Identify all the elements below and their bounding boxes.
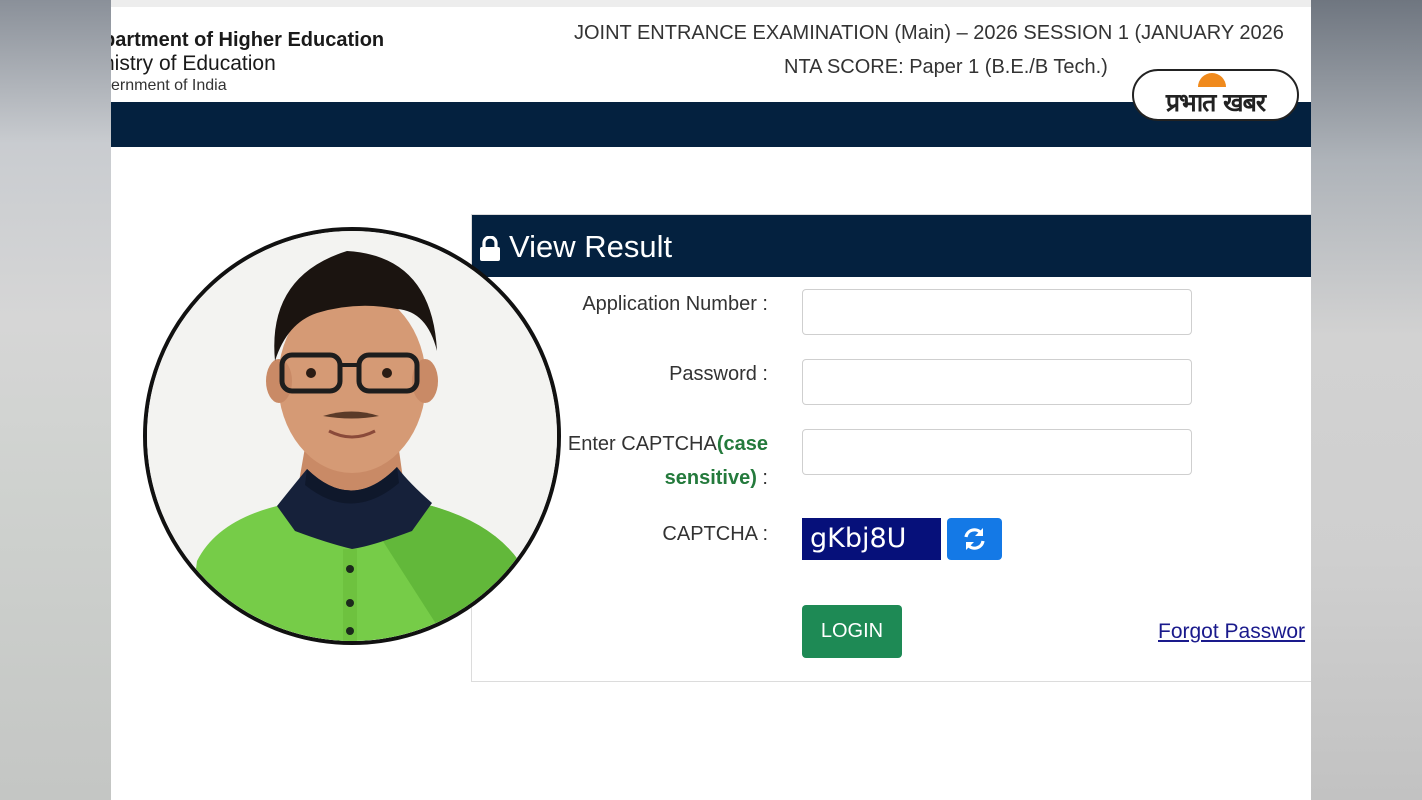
view-result-panel: View Result Application Number : Passwor… [471,214,1311,682]
department-name: partment of Higher Education [111,29,385,51]
panel-title: View Result [509,229,673,264]
password-label: Password : [669,363,768,385]
application-number-input[interactable] [802,289,1192,335]
logo-text: प्रभात खबर [1165,88,1266,117]
case-sensitive-note-2: sensitive) [664,467,757,489]
captcha-input-label-line1: Enter CAPTCHA(case [568,433,768,456]
student-portrait [147,231,557,641]
blurred-background-right [1311,0,1422,800]
ministry-name: nistry of Education [111,52,276,75]
application-number-label: Application Number : [582,293,768,315]
department-header: partment of Higher Education nistry of E… [111,28,384,96]
student-photo [143,227,561,645]
captcha-input-label-suffix: : [756,467,768,489]
blurred-background-left [0,0,111,800]
captcha-image: gKbj8U [802,518,941,560]
captcha-input[interactable] [802,429,1192,475]
refresh-icon [964,528,985,550]
captcha-input-label-line2: sensitive) : [665,467,768,490]
login-button[interactable]: LOGIN [802,605,902,658]
captcha-input-label: Enter CAPTCHA [567,433,717,455]
refresh-captcha-button[interactable] [947,518,1002,560]
government-name: vernment of India [111,77,227,94]
exam-title: JOINT ENTRANCE EXAMINATION (Main) – 2026… [574,22,1284,44]
top-strip [111,0,1311,7]
password-input[interactable] [802,359,1192,405]
prabhat-khabar-logo: प्रभात खबर [1132,69,1299,121]
navigation-bar [111,102,1311,147]
forgot-password-link[interactable]: Forgot Passwor [1158,620,1305,644]
captcha-label: CAPTCHA : [662,523,768,545]
case-sensitive-note-1: (case [716,433,768,455]
panel-header: View Result [472,215,1311,277]
exam-subtitle: NTA SCORE: Paper 1 (B.E./B Tech.) [784,56,1108,78]
lock-icon [480,236,500,261]
